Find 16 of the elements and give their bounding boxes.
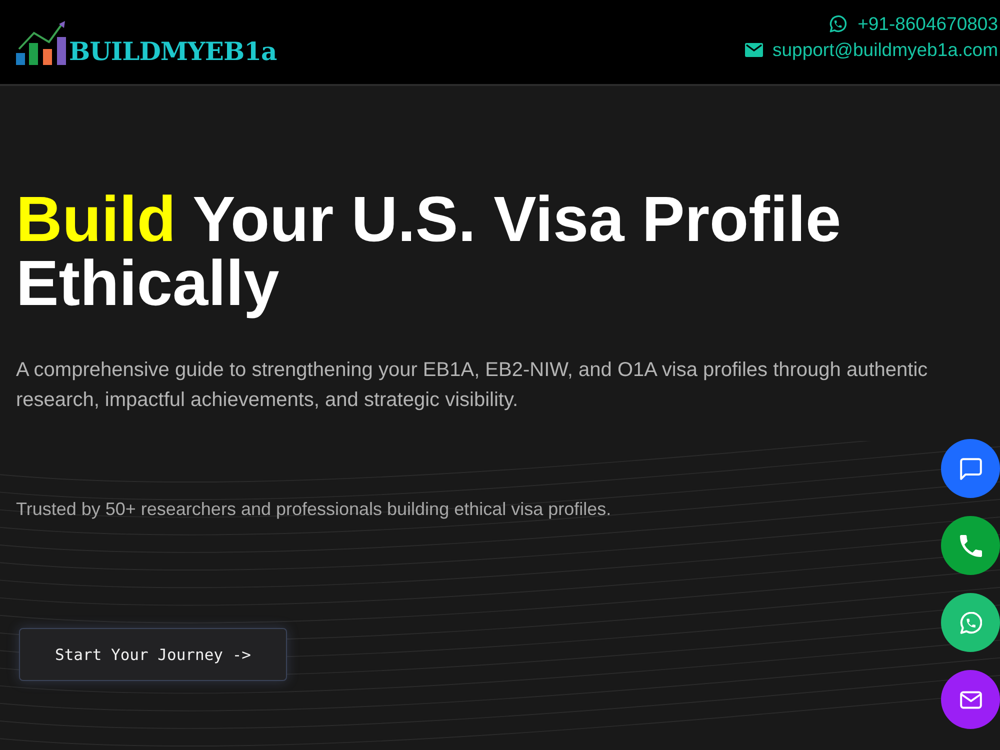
chat-button[interactable] bbox=[941, 439, 1000, 498]
phone-link[interactable]: +91-8604670803 bbox=[858, 13, 998, 35]
start-journey-button[interactable]: Start Your Journey -> bbox=[19, 628, 287, 681]
envelope-icon bbox=[960, 688, 982, 710]
phone-bubble-icon bbox=[828, 14, 848, 34]
envelope-icon bbox=[744, 43, 763, 57]
hero-description: A comprehensive guide to strengthening your EB1A, EB2-NIW, and O1A visa profiles through authentic research, impactful achievements, and strategic visibility. bbox=[16, 358, 929, 413]
trust-note: Trusted by 50+ researchers and professionals building ethical visa profiles. bbox=[16, 498, 612, 521]
message-button[interactable] bbox=[941, 593, 1000, 652]
email-link[interactable]: support@buildmyeb1a.com bbox=[772, 39, 998, 61]
bar-chart-logo-icon bbox=[16, 21, 68, 65]
phone-bubble-icon bbox=[960, 612, 982, 634]
speech-bubble-icon bbox=[960, 458, 982, 480]
phone-icon bbox=[960, 534, 982, 556]
call-button[interactable] bbox=[941, 516, 1000, 575]
logo-text[interactable]: BUILDMYEB1a bbox=[69, 39, 277, 64]
